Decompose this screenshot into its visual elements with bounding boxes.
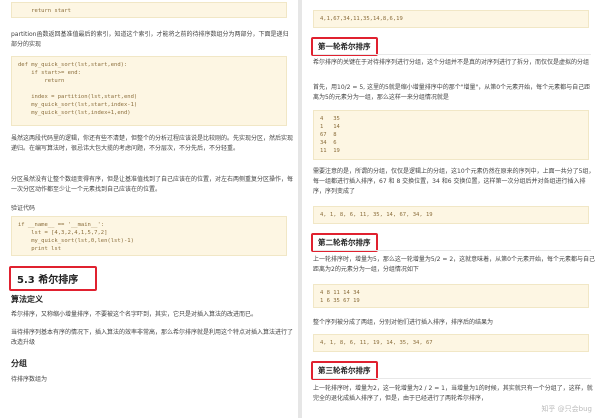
code-block-array: 4,1,67,34,11,35,14,8,6,19 — [313, 10, 589, 28]
paragraph-round1-key: 希尔排序的关键在于对待排序列进行分组，这个分组并不是真的对序列进行了拆分，而仅仅… — [313, 59, 590, 66]
paragraph-round1-note: 需要注意的是，所谓的分组，仅仅是逻辑上的分组，这10个元素仍然在原来的序列中，上… — [313, 168, 595, 195]
paragraph-insertion-efficiency: 当待排序列基本有序的情况下，插入算法的效率非常高，那么希尔排序就是利用这个特点对… — [11, 329, 294, 346]
heading-underline-1 — [313, 54, 591, 55]
paragraph-round2-increment: 上一轮排序时，增量为5，那么这一轮增量为5/2 = 2，这就意味着，从第0个元素… — [313, 256, 595, 273]
code-block-return: return start — [11, 2, 287, 18]
paragraph-array: 待排序数组为 — [11, 376, 48, 383]
heading-underline-3 — [313, 378, 591, 379]
heading-underline-2 — [313, 250, 591, 251]
paragraph-definition: 希尔排序，又称缩小增量排序，不要被这个名字吓到，其实，它只是对插入算法的改进而已… — [11, 311, 258, 318]
heading-algorithm-definition: 算法定义 — [11, 295, 43, 304]
code-block-groups-2: 4 8 11 14 34 1 6 35 67 19 — [313, 284, 589, 308]
watermark: 知乎 @只会bug — [541, 405, 592, 413]
code-block-result-1: 4, 1, 8, 6, 11, 35, 14, 67, 34, 19 — [313, 206, 589, 224]
section-title-shell-sort: 5.3 希尔排序 — [9, 266, 97, 291]
paragraph-partition: partition函数返回基准值最后的索引，知道这个索引，才能将之前的待排序数组… — [11, 31, 289, 48]
paragraph-round2-result: 整个序列被分成了两组，分别对他们进行插入排序，排序后的结果为 — [313, 319, 494, 326]
paragraph-analysis: 虽然这两段代码里的逻辑，你还有些不清楚，但整个的分析过程应该说是比较刚的。先实现… — [11, 135, 294, 152]
heading-grouping: 分组 — [11, 359, 27, 368]
code-block-groups-1: 4 35 1 14 67 8 34 6 11 19 — [313, 110, 589, 160]
paragraph-verify: 验证代码 — [11, 205, 36, 212]
code-block-recursive: def my_quick_sort(lst,start,end): if sta… — [11, 56, 287, 126]
paragraph-round1-increment: 首先，用10/2 = 5, 这里的5就是缩小增量排序中的那个"增量"，从第0个元… — [313, 84, 591, 101]
left-page: return start partition函数返回基准值最后的索引，知道这个索… — [0, 0, 298, 418]
right-page: 4,1,67,34,11,35,14,8,6,19 第一轮希尔排序 希尔排序的关… — [302, 0, 600, 418]
code-block-result-2: 4, 1, 8, 6, 11, 19, 14, 35, 34, 67 — [313, 334, 589, 352]
paragraph-partition-note: 分区虽然没有让整个数组变得有序，但是让基准值找到了自己应该在的位置，对左右两侧重… — [11, 176, 294, 193]
code-block-verify: if __name__ == '__main__': lst = [4,3,2,… — [11, 216, 287, 256]
paragraph-round3: 上一轮排序时，增量为2，这一轮增量为2 / 2 = 1，当增量为1的时候，其实就… — [313, 385, 593, 402]
